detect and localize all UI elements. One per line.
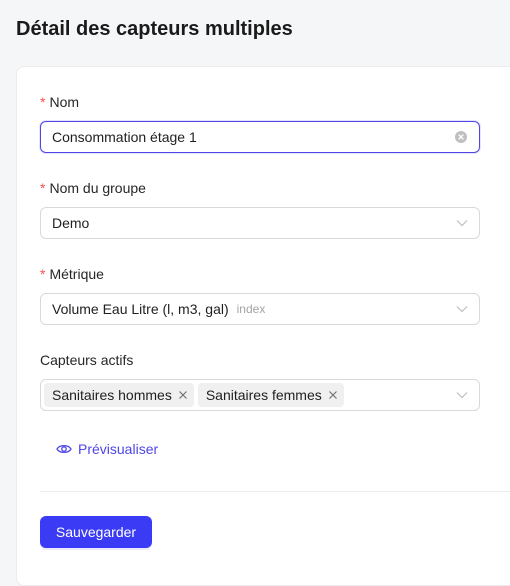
divider xyxy=(40,491,510,492)
required-mark: * xyxy=(40,94,46,110)
sensor-tag-label: Sanitaires hommes xyxy=(52,387,172,403)
preview-label: Prévisualiser xyxy=(78,441,159,457)
preview-link[interactable]: Prévisualiser xyxy=(56,441,158,457)
close-icon[interactable] xyxy=(176,388,190,402)
name-input[interactable]: Consommation étage 1 xyxy=(40,121,480,153)
group-select[interactable]: Demo xyxy=(40,207,480,239)
chevron-down-icon xyxy=(456,217,468,229)
chevron-down-icon xyxy=(456,303,468,315)
metric-label: * Métrique xyxy=(40,266,104,282)
required-mark: * xyxy=(40,266,46,282)
metric-label-text: Métrique xyxy=(49,266,104,282)
group-label-text: Nom du groupe xyxy=(49,180,146,196)
sensor-tag-label: Sanitaires femmes xyxy=(205,387,322,403)
sensor-tag: Sanitaires hommes xyxy=(44,383,194,407)
name-label: * Nom xyxy=(40,94,79,110)
eye-icon xyxy=(56,443,72,455)
save-button[interactable]: Sauvegarder xyxy=(40,516,152,548)
metric-select-value: Volume Eau Litre (l, m3, gal) xyxy=(52,301,229,317)
name-input-value: Consommation étage 1 xyxy=(52,129,197,145)
group-select-value: Demo xyxy=(52,215,90,231)
chevron-down-icon xyxy=(456,389,468,401)
group-label: * Nom du groupe xyxy=(40,180,146,196)
sensors-tags: Sanitaires hommes Sanitaires femmes xyxy=(44,383,456,407)
sensors-label: Capteurs actifs xyxy=(40,352,134,368)
metric-select[interactable]: Volume Eau Litre (l, m3, gal) index xyxy=(40,293,480,325)
page-title: Détail des capteurs multiples xyxy=(16,18,293,40)
sensors-multiselect[interactable]: Sanitaires hommes Sanitaires femmes xyxy=(40,379,480,411)
close-icon[interactable] xyxy=(326,388,340,402)
metric-hint: index xyxy=(236,302,266,316)
required-mark: * xyxy=(40,180,46,196)
sensor-tag: Sanitaires femmes xyxy=(197,383,344,407)
name-label-text: Nom xyxy=(49,94,80,110)
clear-icon[interactable] xyxy=(454,130,468,144)
